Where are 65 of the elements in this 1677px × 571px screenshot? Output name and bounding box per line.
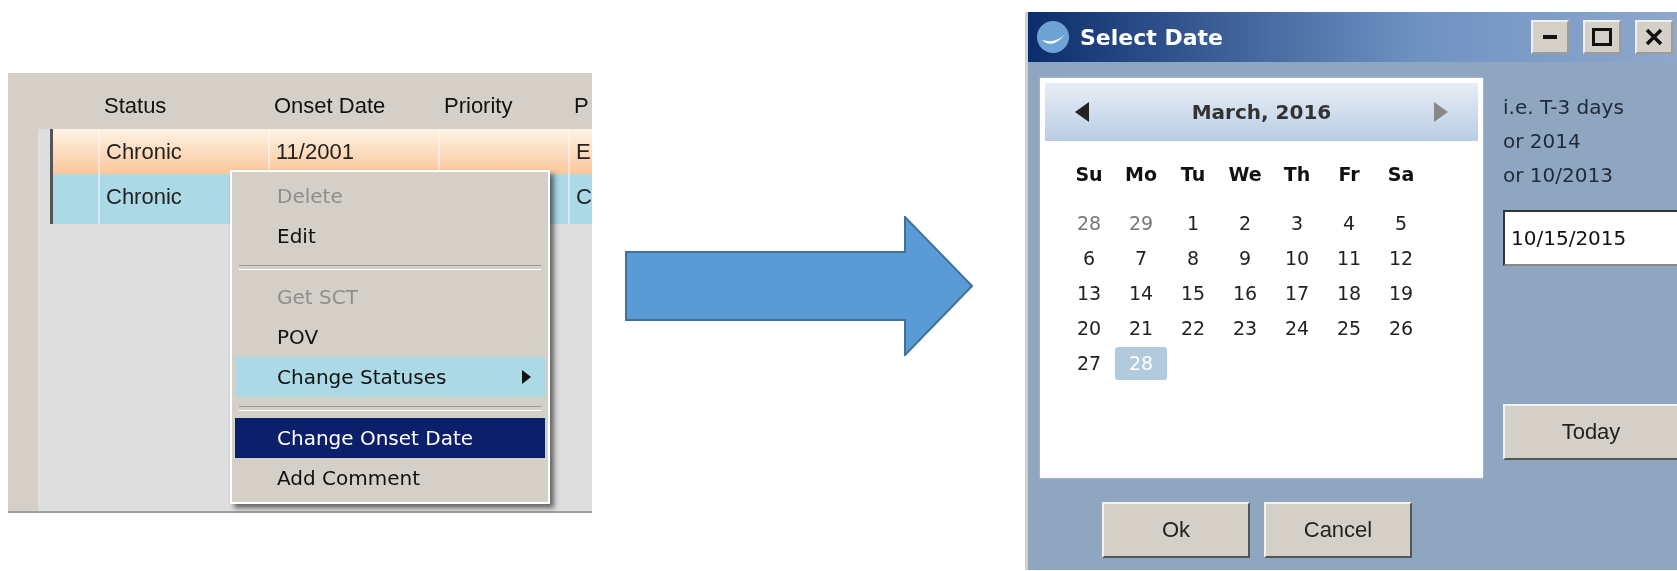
menu-item[interactable]: Change Statuses: [235, 357, 545, 397]
weekday-label: Su: [1074, 162, 1104, 187]
dialog-button[interactable]: Ok: [1102, 502, 1250, 558]
calendar-day[interactable]: 4: [1323, 207, 1375, 240]
calendar-day[interactable]: 3: [1271, 207, 1323, 240]
calendar-day[interactable]: 15: [1167, 277, 1219, 310]
menu-item[interactable]: Change Onset Date: [235, 418, 545, 458]
right-arrow-icon: [625, 215, 973, 356]
calendar-day[interactable]: 24: [1271, 312, 1323, 345]
hint-text: or 10/2013: [1503, 162, 1614, 189]
calendar-day[interactable]: 14: [1115, 277, 1167, 310]
close-icon: [1645, 28, 1663, 46]
calendar-day[interactable]: 12: [1375, 242, 1427, 275]
calendar-day[interactable]: 9: [1219, 242, 1271, 275]
maximize-icon: [1592, 28, 1612, 46]
calendar-day[interactable]: 21: [1115, 312, 1167, 345]
calendar-day[interactable]: 2: [1219, 207, 1271, 240]
calendar-day[interactable]: 29: [1115, 207, 1167, 240]
calendar-day[interactable]: 13: [1063, 277, 1115, 310]
dialog-button[interactable]: Cancel: [1264, 502, 1412, 558]
calendar-day[interactable]: 22: [1167, 312, 1219, 345]
menu-item[interactable]: POV: [235, 317, 545, 357]
calendar-day[interactable]: 1: [1167, 207, 1219, 240]
calendar-day[interactable]: 27: [1063, 347, 1115, 380]
calendar-day[interactable]: 20: [1063, 312, 1115, 345]
calendar-day[interactable]: 5: [1375, 207, 1427, 240]
calendar-day[interactable]: 18: [1323, 277, 1375, 310]
maximize-button[interactable]: [1583, 20, 1621, 54]
previous-month-icon[interactable]: [1075, 102, 1089, 122]
column-header[interactable]: Status: [98, 93, 268, 129]
today-button[interactable]: Today: [1503, 404, 1677, 460]
month-title: March, 2016: [1191, 100, 1332, 124]
calendar-day[interactable]: 16: [1219, 277, 1271, 310]
calendar-day[interactable]: 6: [1063, 242, 1115, 275]
weekday-label: Sa: [1386, 162, 1416, 187]
calendar-day[interactable]: 23: [1219, 312, 1271, 345]
calendar-day[interactable]: 26: [1375, 312, 1427, 345]
hint-text: i.e. T-3 days: [1503, 94, 1625, 121]
app-icon: [1036, 20, 1070, 54]
weekday-label: We: [1227, 162, 1263, 187]
calendar-day[interactable]: 7: [1115, 242, 1167, 275]
column-header[interactable]: Priority: [438, 93, 568, 129]
weekday-label: Tu: [1179, 162, 1207, 187]
close-button[interactable]: [1635, 20, 1673, 54]
date-input[interactable]: 10/15/2015: [1503, 210, 1677, 266]
grid-cell: C: [568, 174, 592, 224]
minimize-icon: [1543, 35, 1557, 39]
next-month-icon[interactable]: [1434, 102, 1448, 122]
hint-text: or 2014: [1503, 128, 1582, 155]
menu-item[interactable]: Add Comment: [235, 458, 545, 498]
weekday-label: Th: [1282, 162, 1312, 187]
grid-row[interactable]: Chronic 11/2001 E: [50, 129, 592, 174]
column-header[interactable]: P: [568, 93, 592, 129]
calendar-day[interactable]: 19: [1375, 277, 1427, 310]
weekday-label: Fr: [1337, 162, 1361, 187]
calendar-day[interactable]: 28: [1063, 207, 1115, 240]
window-title: Select Date: [1080, 24, 1224, 50]
minimize-button[interactable]: [1531, 20, 1569, 54]
calendar-day[interactable]: 25: [1323, 312, 1375, 345]
calendar-day[interactable]: 8: [1167, 242, 1219, 275]
calendar-day[interactable]: 17: [1271, 277, 1323, 310]
calendar-day[interactable]: 11: [1323, 242, 1375, 275]
weekday-label: Mo: [1124, 162, 1158, 187]
column-header[interactable]: Onset Date: [268, 93, 438, 129]
calendar-day[interactable]: 10: [1271, 242, 1323, 275]
